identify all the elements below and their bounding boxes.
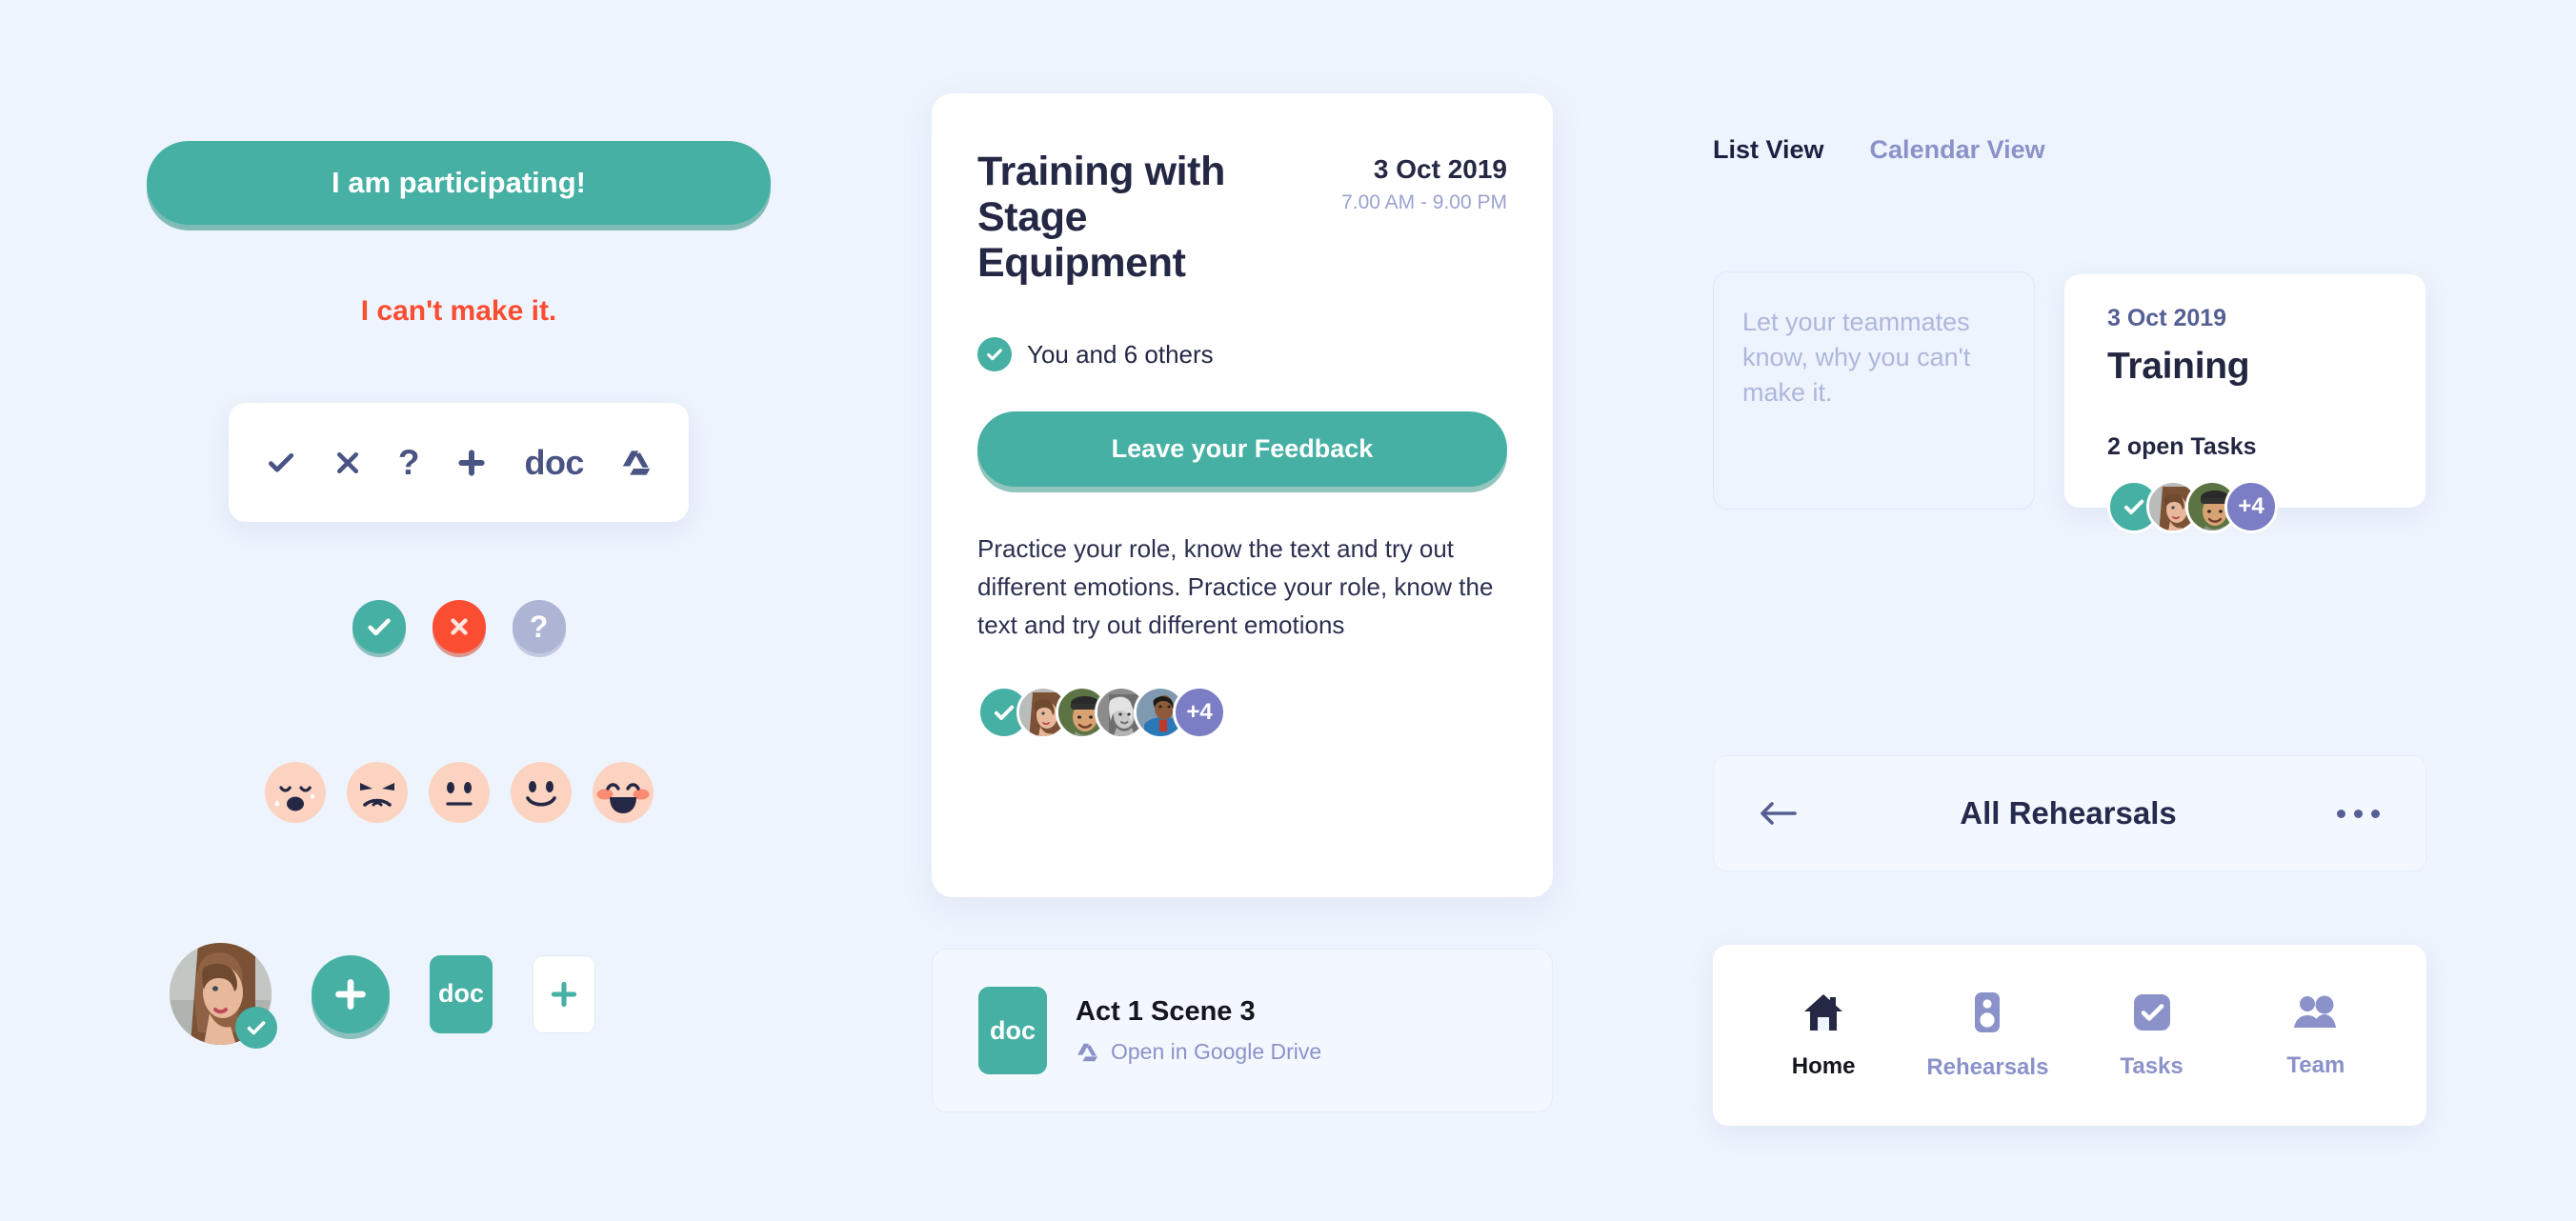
people-icon	[2292, 992, 2340, 1037]
check-icon	[977, 337, 1012, 372]
components-column: I am participating! I can't make it. ? d…	[0, 0, 924, 1221]
status-circle-row: ?	[147, 600, 771, 653]
checkbox-icon	[2131, 991, 2173, 1038]
nav-item-rehearsals[interactable]: Rehearsals	[1916, 991, 2059, 1081]
open-in-drive-label: Open in Google Drive	[1111, 1039, 1322, 1064]
open-in-drive-link[interactable]: Open in Google Drive	[1076, 1039, 1321, 1065]
avatar-overflow-badge[interactable]: +4	[2224, 480, 2278, 533]
rehearsals-title: All Rehearsals	[1960, 795, 2177, 831]
excuse-note-input[interactable]: Let your teammates know, why you can't m…	[1713, 271, 2035, 510]
leave-feedback-button[interactable]: Leave your Feedback	[977, 411, 1507, 488]
nav-item-home[interactable]: Home	[1752, 991, 1895, 1080]
bottom-navigation: Home Rehearsals Tasks Team	[1713, 945, 2426, 1126]
attendees-summary: You and 6 others	[977, 337, 1507, 372]
status-no-button[interactable]	[432, 600, 486, 653]
event-datetime: 3 Oct 2019 7.00 AM - 9.00 PM	[1341, 149, 1507, 214]
participating-button-label: I am participating!	[332, 166, 586, 199]
i-am-participating-button[interactable]: I am participating!	[147, 141, 771, 225]
doc-thumbnail: doc	[978, 987, 1047, 1074]
rehearsals-header-bar: All Rehearsals	[1713, 755, 2426, 871]
event-description: Practice your role, know the text and tr…	[977, 534, 1494, 639]
training-summary-card[interactable]: 3 Oct 2019 Training 2 open Tasks +4	[2064, 274, 2425, 533]
google-drive-icon[interactable]	[620, 449, 653, 477]
nav-label-home: Home	[1791, 1052, 1856, 1079]
emoji-neutral[interactable]	[428, 762, 490, 823]
emoji-crying[interactable]	[264, 762, 326, 823]
event-header: Training with Stage Equipment 3 Oct 2019…	[977, 149, 1507, 286]
tab-list-view[interactable]: List View	[1713, 135, 1824, 165]
event-date: 3 Oct 2019	[1373, 154, 1507, 184]
doc-icon[interactable]: doc	[524, 443, 584, 483]
status-maybe-button[interactable]: ?	[512, 600, 566, 653]
cant-make-it-link[interactable]: I can't make it.	[147, 295, 771, 328]
emoji-angry[interactable]	[346, 762, 408, 823]
tab-calendar-view[interactable]: Calendar View	[1870, 135, 2045, 165]
avatar[interactable]	[170, 943, 277, 1049]
add-member-button[interactable]	[312, 954, 390, 1033]
emoji-smiling[interactable]	[510, 762, 572, 823]
training-avatar-stack: +4	[2107, 480, 2383, 533]
cant-make-it-label: I can't make it.	[360, 295, 557, 327]
close-x-icon[interactable]	[333, 449, 362, 477]
feedback-button-label: Leave your Feedback	[1111, 434, 1374, 464]
avatar-overflow-label: +4	[1186, 699, 1213, 726]
attendees-label: You and 6 others	[1027, 339, 1214, 369]
event-detail-card: Training with Stage Equipment 3 Oct 2019…	[932, 93, 1553, 897]
training-card-tasks: 2 open Tasks	[2107, 433, 2257, 460]
doc-tile-label: doc	[437, 979, 484, 1008]
excuse-note-placeholder: Let your teammates know, why you can't m…	[1742, 308, 1971, 407]
add-attachment-tile[interactable]	[533, 954, 595, 1033]
attachment-card[interactable]: doc Act 1 Scene 3 Open in Google Drive	[932, 949, 1553, 1112]
event-avatar-stack: +4	[977, 686, 1507, 740]
more-horizontal-icon[interactable]	[2337, 809, 2380, 818]
home-icon	[1801, 991, 1845, 1038]
event-time: 7.00 AM - 9.00 PM	[1341, 191, 1507, 213]
nav-item-team[interactable]: Team	[2244, 992, 2387, 1079]
icon-toolbar: ? doc	[229, 403, 689, 522]
attachment-info: Act 1 Scene 3 Open in Google Drive	[1076, 996, 1321, 1065]
nav-item-tasks[interactable]: Tasks	[2081, 991, 2224, 1080]
avatar-overflow-badge[interactable]: +4	[1173, 686, 1226, 740]
view-tabs: List View Calendar View	[1713, 135, 2045, 165]
status-yes-button[interactable]	[352, 600, 406, 653]
nav-label-team: Team	[2286, 1051, 2345, 1078]
nav-label-rehearsals: Rehearsals	[1926, 1053, 2049, 1080]
nav-label-tasks: Tasks	[2120, 1052, 2184, 1079]
doc-tile[interactable]: doc	[430, 954, 493, 1033]
avatar-actions-row: doc	[170, 943, 595, 1049]
speaker-icon	[1971, 991, 2003, 1039]
check-icon[interactable]	[265, 447, 297, 479]
arrow-left-icon[interactable]	[1760, 801, 1800, 826]
app-root: I am participating! I can't make it. ? d…	[0, 0, 2576, 1221]
plus-icon[interactable]	[455, 447, 488, 479]
avatar-overflow-label: +4	[2238, 493, 2264, 519]
training-card-date: 3 Oct 2019	[2107, 305, 2227, 331]
avatar-check-badge	[235, 1007, 277, 1049]
status-maybe-glyph: ?	[529, 610, 549, 644]
event-title: Training with Stage Equipment	[977, 149, 1225, 287]
google-drive-icon	[1076, 1042, 1099, 1063]
question-mark-icon[interactable]: ?	[398, 443, 420, 483]
emoji-laughing[interactable]	[592, 762, 654, 823]
attachment-name: Act 1 Scene 3	[1076, 996, 1256, 1027]
emoji-reaction-row	[147, 762, 771, 823]
doc-thumbnail-label: doc	[989, 1015, 1036, 1045]
training-card-title: Training	[2107, 346, 2250, 387]
